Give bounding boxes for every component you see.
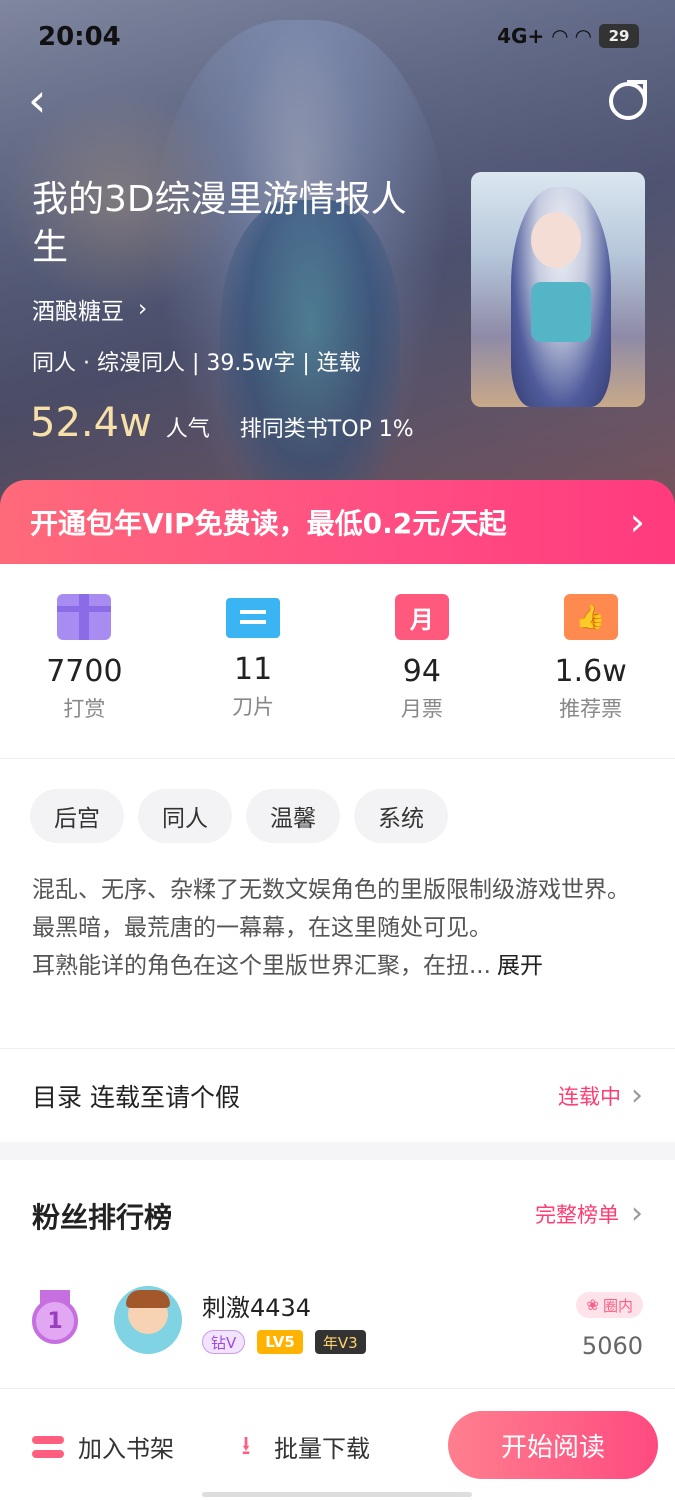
status-bar: 20:04 4G+ ◠ ◠ 29: [0, 0, 675, 76]
fan-ranking-title: 粉丝排行榜: [32, 1201, 173, 1234]
circle-badge[interactable]: ❀ 圈内: [576, 1292, 643, 1318]
vip-banner-text: 开通包年VIP免费读，最低0.2元/天起: [30, 507, 507, 540]
stat-month-ticket[interactable]: 月 94 月票: [338, 564, 507, 758]
wifi-icon: ◠: [552, 24, 568, 48]
vip-banner[interactable]: 开通包年VIP免费读，最低0.2元/天起 ›: [0, 480, 675, 564]
book-detail-page: 20:04 4G+ ◠ ◠ 29 ‹ 我的3D综漫里游情报人生 酒酿糖豆 › 同…: [0, 0, 675, 1500]
popularity-value: 52.4w: [30, 400, 152, 446]
fan-name[interactable]: 刺激4434: [202, 1288, 311, 1323]
home-indicator: [202, 1492, 472, 1497]
serial-status: 连载中: [558, 1084, 621, 1109]
full-ranking-link[interactable]: 完整榜单 ›: [535, 1196, 643, 1231]
chevron-right-icon: ›: [631, 1078, 643, 1113]
chevron-right-icon: ›: [138, 296, 148, 322]
rank-medal-icon: 1: [32, 1290, 78, 1344]
add-to-shelf-label: 加入书架: [78, 1435, 174, 1463]
stat-label: 月票: [400, 697, 443, 721]
book-meta: 同人 · 综漫同人 | 39.5w字 | 连载: [32, 351, 361, 376]
batch-download-button[interactable]: ⭳ 批量下载: [232, 1429, 370, 1464]
tag-chip[interactable]: 后宫: [30, 789, 124, 843]
book-title: 我的3D综漫里游情报人生: [32, 179, 407, 268]
rank-number: 1: [32, 1298, 78, 1344]
stat-label: 打赏: [63, 697, 106, 721]
level-badge: LV5: [257, 1330, 303, 1354]
book-info-section: 后宫 同人 温馨 系统 混乱、无序、杂糅了无数文娱角色的里版限制级游戏世界。 最…: [0, 758, 675, 1048]
bottom-action-bar: 加入书架 ⭳ 批量下载 开始阅读: [0, 1388, 675, 1500]
month-ticket-icon: 月: [394, 594, 449, 640]
wifi-icon-2: ◠: [575, 24, 591, 48]
battery-icon: 29: [599, 24, 639, 48]
chevron-right-icon: ›: [629, 500, 645, 544]
popularity-label: 人气: [165, 417, 210, 442]
status-time: 20:04: [38, 22, 121, 52]
author-link[interactable]: 酒酿糖豆 ›: [32, 292, 147, 326]
intro-line: 耳熟能详的角色在这个里版世界汇聚，在扭...: [32, 953, 491, 979]
stat-blade[interactable]: 11 刀片: [169, 564, 338, 758]
stats-row: 7700 打赏 11 刀片 月 94 月票 👍 1.6w 推荐票: [0, 564, 675, 758]
signal-icon: 4G+: [497, 24, 545, 48]
full-ranking-label: 完整榜单: [535, 1202, 619, 1227]
circle-label: 圈内: [602, 1296, 633, 1315]
download-icon: ⭳: [241, 1430, 251, 1461]
back-icon[interactable]: ‹: [28, 77, 68, 124]
book-cover[interactable]: [471, 172, 645, 407]
fan-badges: 钻V LV5 年V3: [202, 1330, 366, 1354]
diamond-vip-badge: 钻V: [202, 1330, 246, 1354]
stat-value: 1.6w: [554, 654, 627, 689]
popularity-row: 52.4w 人气 排同类书TOP 1%: [30, 400, 414, 446]
expand-button[interactable]: 展开: [497, 953, 543, 979]
tag-chip[interactable]: 同人: [138, 789, 232, 843]
circle-icon: ❀: [586, 1296, 599, 1314]
intro-line: 混乱、无序、杂糅了无数文娱角色的里版限制级游戏世界。: [32, 877, 630, 903]
hero-section: 20:04 4G+ ◠ ◠ 29 ‹ 我的3D综漫里游情报人生 酒酿糖豆 › 同…: [0, 0, 675, 520]
catalog-title: 目录 连载至请个假: [32, 1082, 240, 1112]
stat-reward[interactable]: 7700 打赏: [0, 564, 169, 758]
stat-value: 94: [402, 654, 441, 689]
year-vip-badge: 年V3: [314, 1330, 366, 1354]
stat-label: 刀片: [232, 695, 275, 719]
tag-chip[interactable]: 温馨: [246, 789, 340, 843]
thumbs-up-ticket-icon: 👍: [563, 594, 618, 640]
stat-value: 7700: [46, 654, 123, 689]
fan-score: 5060: [581, 1332, 643, 1360]
chevron-right-icon: ›: [631, 1196, 643, 1231]
catalog-row[interactable]: 目录 连载至请个假 连载中 ›: [0, 1048, 675, 1142]
batch-download-label: 批量下载: [274, 1435, 370, 1463]
tag-chip[interactable]: 系统: [354, 789, 448, 843]
tag-list: 后宫 同人 温馨 系统: [30, 789, 448, 843]
stat-recommend[interactable]: 👍 1.6w 推荐票: [506, 564, 675, 758]
gift-icon: [57, 594, 112, 640]
stat-label: 推荐票: [559, 697, 623, 721]
author-name: 酒酿糖豆: [32, 299, 124, 325]
rank-text[interactable]: 排同类书TOP 1%: [240, 411, 414, 443]
add-to-shelf-button[interactable]: 加入书架: [32, 1429, 174, 1464]
bookshelf-icon: [32, 1434, 64, 1460]
blade-ticket-icon: [226, 598, 281, 638]
book-intro[interactable]: 混乱、无序、杂糅了无数文娱角色的里版限制级游戏世界。 最黑暗，最荒唐的一幕幕，在…: [32, 871, 642, 985]
fan-ranking-section: 粉丝排行榜 完整榜单 › 1 刺激4434 钻V LV5 年V3 ❀ 圈内 50…: [0, 1160, 675, 1400]
stat-value: 11: [234, 652, 273, 687]
intro-line: 最黑暗，最荒唐的一幕幕，在这里随处可见。: [32, 915, 492, 941]
share-icon[interactable]: [609, 80, 647, 120]
avatar[interactable]: [114, 1286, 182, 1354]
start-reading-button[interactable]: 开始阅读: [448, 1411, 658, 1479]
